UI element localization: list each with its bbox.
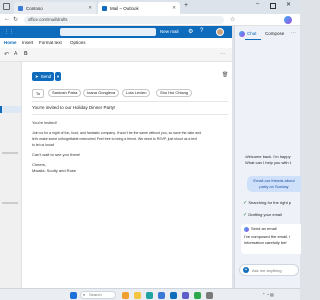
subject-divider <box>32 114 228 115</box>
close-icon[interactable]: ✕ <box>172 5 176 11</box>
copilot-pane: Chat Compose ⋯ Welcome back. I'm happy W… <box>234 26 301 288</box>
email-body[interactable]: You're invited! Join us for a night of f… <box>32 120 228 174</box>
url-input[interactable]: office.com/mail/drafts <box>24 16 224 24</box>
step-label: Searching for the right p <box>248 200 292 205</box>
close-window-icon[interactable]: ✕ <box>286 1 291 8</box>
settings-icon[interactable]: ⚙ <box>188 28 193 35</box>
add-icon[interactable]: + <box>243 267 249 273</box>
response-title: Send an email <box>251 226 277 231</box>
address-bar-row: ← ↻ office.com/mail/drafts ☆ <box>0 14 300 26</box>
tab-insert[interactable]: Insert <box>22 40 33 45</box>
ribbon-toolbar: ↶ A B ⋯ <box>0 48 232 62</box>
step-item: ✓ Drafting your email <box>243 212 301 218</box>
outlook-taskbar-icon[interactable] <box>170 292 177 299</box>
tab-format-text[interactable]: Format text <box>39 40 62 45</box>
step-label: Drafting your email <box>248 212 282 217</box>
file-explorer-icon[interactable] <box>134 292 141 299</box>
to-button[interactable]: To <box>32 89 44 98</box>
more-icon[interactable]: ⋯ <box>291 30 296 36</box>
back-icon[interactable]: ← <box>4 16 10 22</box>
tab-home[interactable]: Home <box>4 40 17 45</box>
recipient-chip[interactable]: Lola Levien <box>122 89 151 97</box>
response-line: information carefully bef <box>244 240 287 245</box>
app-launcher-icon[interactable]: ⋮⋮ <box>4 29 14 35</box>
user-message-line: party on Sunday <box>259 184 289 189</box>
taskbar: ⌕ Search ⌃ ◔ ▤ <box>0 288 300 300</box>
folder-item-selected[interactable] <box>0 106 21 113</box>
browser-window-icon[interactable] <box>3 3 10 10</box>
send-icon: ➤ <box>34 73 39 79</box>
photos-icon[interactable] <box>194 292 201 299</box>
refresh-icon[interactable]: ↻ <box>13 16 18 23</box>
start-icon[interactable] <box>70 292 77 299</box>
tab-options[interactable]: Options <box>70 40 86 45</box>
meet-now-label[interactable]: New mail <box>160 29 179 34</box>
folder-item[interactable] <box>2 152 18 154</box>
recipients-divider <box>32 101 228 102</box>
copilot-welcome: Welcome back. I'm happy What can I help … <box>245 154 301 166</box>
copilot-input-placeholder: Ask me anything <box>252 267 282 273</box>
subject-field[interactable]: You're invited to our Holiday Dinner Par… <box>32 104 228 112</box>
tab-underline <box>245 39 261 40</box>
outlook-icon <box>102 5 107 11</box>
system-tray[interactable]: ⌃ ◔ ▤ <box>262 292 294 299</box>
tab-compose[interactable]: Compose <box>265 31 284 36</box>
ribbon-tabs: Home Insert Format text Options <box>0 38 232 48</box>
settings-taskbar-icon[interactable] <box>206 292 213 299</box>
copilot-logo-icon <box>239 31 245 37</box>
favorites-icon[interactable]: ☆ <box>230 16 235 23</box>
copilot-response-card: Send an email I've composed the email. I… <box>241 224 301 254</box>
outlook-header: ⋮⋮ New mail ⚙ ? <box>0 26 232 38</box>
browser-tab-contoso[interactable]: Contoso ✕ <box>14 2 96 14</box>
close-icon[interactable]: ✕ <box>88 5 92 11</box>
send-label: Send <box>40 74 52 79</box>
undo-icon[interactable]: ↶ <box>4 51 9 58</box>
minimize-icon[interactable]: – <box>256 1 259 7</box>
tab-chat[interactable]: Chat <box>247 31 257 36</box>
copilot-browser-icon[interactable] <box>284 16 292 24</box>
maximize-icon[interactable] <box>270 3 276 9</box>
search-placeholder: Search <box>89 292 102 297</box>
more-options-icon[interactable]: ⋯ <box>220 51 225 57</box>
chevron-down-icon: ▾ <box>56 73 60 79</box>
widgets-icon[interactable] <box>122 292 129 299</box>
search-icon: ⌕ <box>83 292 86 297</box>
bold-icon[interactable]: B <box>24 51 28 57</box>
new-tab-icon[interactable]: + <box>184 2 188 9</box>
taskbar-search[interactable]: ⌕ Search <box>80 291 116 299</box>
compose-pane: ➤ Send ▾ 🗑 To Santosh Patra Ioana Gongle… <box>22 62 232 288</box>
header-search-box[interactable] <box>60 28 156 36</box>
browser-tab-bar: Contoso ✕ Mail – Outlook ✕ + – ✕ <box>0 0 300 14</box>
avatar[interactable] <box>216 28 224 36</box>
copilot-input[interactable]: + Ask me anything <box>239 264 299 276</box>
response-header: Send an email <box>244 226 298 232</box>
help-icon[interactable]: ? <box>200 28 203 34</box>
font-size-icon[interactable]: A <box>14 51 17 57</box>
send-options-button[interactable]: ▾ <box>55 72 61 81</box>
body-line: Mwalia, Scotty and Rose <box>32 168 77 173</box>
folder-pane <box>0 62 22 288</box>
store-icon[interactable] <box>158 292 165 299</box>
checkmark-icon: ✓ <box>243 200 248 206</box>
user-message: Email our friends about party on Sunday <box>247 176 301 192</box>
copilot-logo-icon <box>244 226 249 232</box>
delete-icon[interactable]: 🗑 <box>222 72 228 78</box>
contoso-icon <box>18 5 23 11</box>
send-button[interactable]: ➤ Send <box>32 72 54 81</box>
checkmark-icon: ✓ <box>243 212 248 218</box>
recipient-chip[interactable]: Santosh Patra <box>48 89 82 97</box>
recipient-chip[interactable]: Shu Hui Chiang <box>156 89 193 97</box>
tab-label: Contoso <box>26 5 43 11</box>
browser-tab-outlook[interactable]: Mail – Outlook ✕ <box>98 2 180 14</box>
tab-label: Mail – Outlook <box>110 5 139 11</box>
edge-icon[interactable] <box>146 292 153 299</box>
recipient-chip[interactable]: Ioana Gongleva <box>83 89 120 97</box>
welcome-line: What can I help you with t <box>245 160 291 165</box>
folder-item[interactable] <box>2 202 18 204</box>
step-item: ✓ Searching for the right p <box>243 200 301 206</box>
teams-icon[interactable] <box>182 292 189 299</box>
